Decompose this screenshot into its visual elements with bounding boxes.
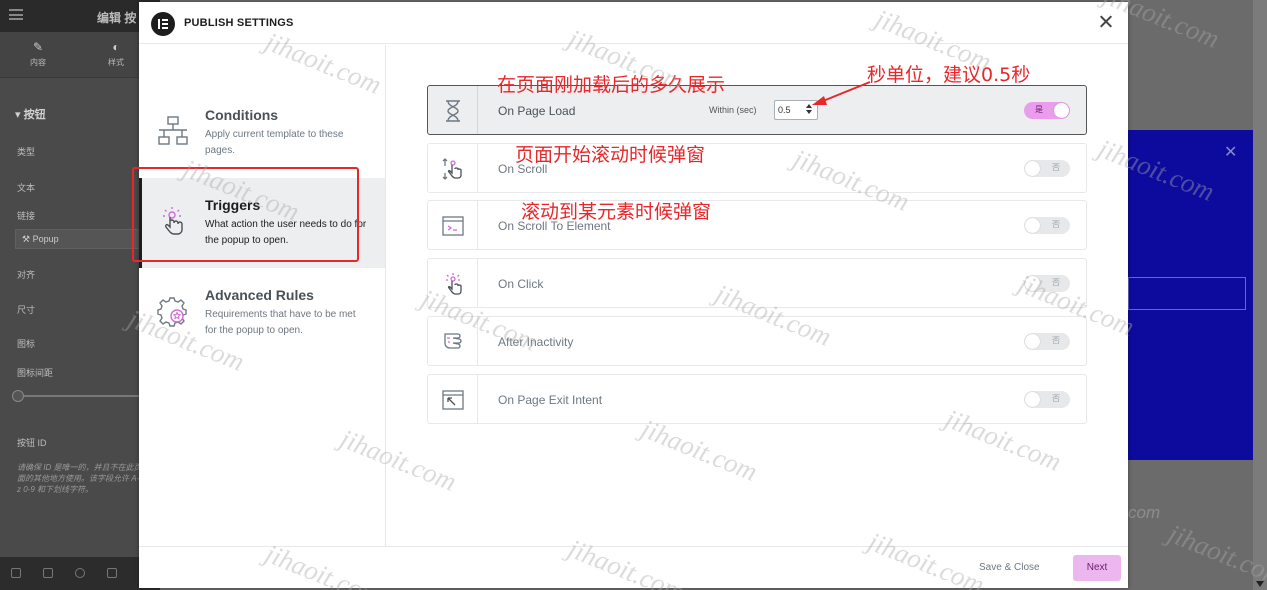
exit-intent-icon <box>442 390 464 410</box>
click-icon <box>446 273 462 295</box>
element-icon <box>442 216 464 236</box>
button-id-note: 请确保 ID 是唯一的，并且不在此页面的其他地方使用。该字段允许 A-z 0-9… <box>17 463 142 494</box>
preview-text: com <box>1128 503 1161 522</box>
pencil-icon: ✎ <box>32 40 44 54</box>
trigger-toggle-inactivity[interactable]: 否 <box>1024 333 1070 350</box>
within-label: Within (sec) <box>709 105 757 115</box>
sidebar-item-desc: Apply current template to these pages. <box>205 129 344 156</box>
save-close-button[interactable]: Save & Close <box>979 562 1040 573</box>
slider-knob[interactable] <box>12 390 24 402</box>
hourglass-icon <box>446 100 460 122</box>
trigger-row-exit-intent: On Page Exit Intent 否 <box>427 374 1087 424</box>
preview-field <box>1128 277 1246 310</box>
hamburger-menu-icon[interactable] <box>9 9 23 20</box>
layers-icon[interactable] <box>43 568 53 578</box>
trigger-label: After Inactivity <box>498 335 574 349</box>
row-link: 链接 <box>17 211 36 221</box>
contrast-icon: ◐ <box>112 40 120 54</box>
tab-style[interactable]: ◐ 样式 <box>86 40 146 68</box>
toggle-state: 否 <box>1052 336 1060 345</box>
tab-content[interactable]: ✎ 内容 <box>8 40 68 68</box>
sidebar-item-desc: Requirements that have to be met for the… <box>205 309 356 336</box>
trigger-row-click: On Click 否 <box>427 258 1087 308</box>
icon-spacing-slider[interactable] <box>12 390 152 402</box>
annotation-seconds: 秒单位，建议0.5秒 <box>867 64 1031 86</box>
toggle-state: 是 <box>1035 105 1043 114</box>
wrench-icon: ⚒ <box>22 234 33 244</box>
section-button-label: 按钮 <box>23 109 46 121</box>
row-type: 类型 <box>17 147 36 157</box>
trigger-toggle-click[interactable]: 否 <box>1024 275 1070 292</box>
link-field-value: Popup <box>32 234 59 244</box>
trigger-label: On Page Load <box>498 104 576 118</box>
editor-topbar: 编辑 按 <box>0 0 160 32</box>
modal-header: PUBLISH SETTINGS <box>139 2 1128 44</box>
trigger-label: On Page Exit Intent <box>498 393 603 407</box>
trigger-toggle-scroll[interactable]: 否 <box>1024 160 1070 177</box>
toggle-state: 否 <box>1052 394 1060 403</box>
sitemap-icon <box>158 116 188 145</box>
trigger-toggle-scroll-to-element[interactable]: 否 <box>1024 217 1070 234</box>
responsive-icon[interactable] <box>107 568 117 578</box>
toggle-knob <box>1025 218 1040 233</box>
toggle-state: 否 <box>1052 220 1060 229</box>
modal-footer: Save & Close Next <box>139 546 1128 588</box>
editor-title: 编辑 按 <box>97 11 137 25</box>
row-icon: 图标 <box>17 339 36 349</box>
editor-bottom-bar <box>0 557 160 590</box>
scroll-hand-icon <box>442 158 462 180</box>
trigger-toggle-page-load[interactable]: 是 <box>1024 102 1070 119</box>
page-scrollbar[interactable] <box>1253 0 1267 590</box>
popup-preview: ✕ <box>1128 130 1253 460</box>
toggle-state: 否 <box>1052 163 1060 172</box>
inactivity-hand-icon <box>444 333 462 349</box>
row-icon-spacing: 图标间距 <box>17 368 54 378</box>
annotation-on-scroll: 页面开始滚动时候弹窗 <box>515 144 706 166</box>
tab-style-label: 样式 <box>108 58 124 67</box>
tab-content-label: 内容 <box>30 58 46 67</box>
sidebar-item-conditions[interactable]: Conditions Apply current template to the… <box>139 88 385 178</box>
modal-title: PUBLISH SETTINGS <box>184 17 294 29</box>
trigger-toggle-exit-intent[interactable]: 否 <box>1024 391 1070 408</box>
toggle-knob <box>1025 392 1040 407</box>
row-button-id: 按钮 ID <box>17 438 47 448</box>
sidebar-item-advanced-rules[interactable]: Advanced Rules Requirements that have to… <box>139 268 385 358</box>
watermark: jihaoit.com <box>1164 518 1267 590</box>
close-icon[interactable] <box>1096 12 1116 32</box>
toggle-knob <box>1025 276 1040 291</box>
sidebar-item-title: Conditions <box>205 107 279 123</box>
row-size: 尺寸 <box>17 305 36 315</box>
annotation-arrow-icon <box>812 81 871 105</box>
link-field[interactable]: ⚒ Popup <box>15 229 145 249</box>
row-align: 对齐 <box>17 270 36 280</box>
toggle-state: 否 <box>1052 278 1060 287</box>
trigger-row-inactivity: After Inactivity 否 <box>427 316 1087 366</box>
preview-close-icon: ✕ <box>1224 144 1238 161</box>
caret-down-icon: ▾ <box>15 109 24 121</box>
editor-tabs: ✎ 内容 ◐ 样式 <box>0 32 160 78</box>
scroll-down-icon[interactable] <box>1256 581 1264 587</box>
toggle-knob <box>1054 103 1069 118</box>
triggers-highlight-box <box>132 167 359 262</box>
settings-sidebar: Conditions Apply current template to the… <box>139 45 386 546</box>
annotation-scroll-to-element: 滚动到某元素时候弹窗 <box>521 201 712 223</box>
gear-star-icon <box>157 297 187 327</box>
elementor-logo-icon <box>151 12 175 36</box>
next-button[interactable]: Next <box>1073 555 1121 581</box>
settings-icon[interactable] <box>11 568 21 578</box>
editor-panel: 编辑 按 ✎ 内容 ◐ 样式 ▾ 按钮 类型 文本 链接 ⚒ Popup 对齐 … <box>0 0 160 590</box>
trigger-label: On Click <box>498 277 544 291</box>
history-icon[interactable] <box>75 568 85 578</box>
sidebar-item-title: Advanced Rules <box>205 287 314 303</box>
annotation-page-load: 在页面刚加载后的多久展示 <box>497 74 726 96</box>
row-text: 文本 <box>17 183 36 193</box>
toggle-knob <box>1025 161 1040 176</box>
toggle-knob <box>1025 334 1040 349</box>
section-button[interactable]: ▾ 按钮 <box>15 106 46 122</box>
